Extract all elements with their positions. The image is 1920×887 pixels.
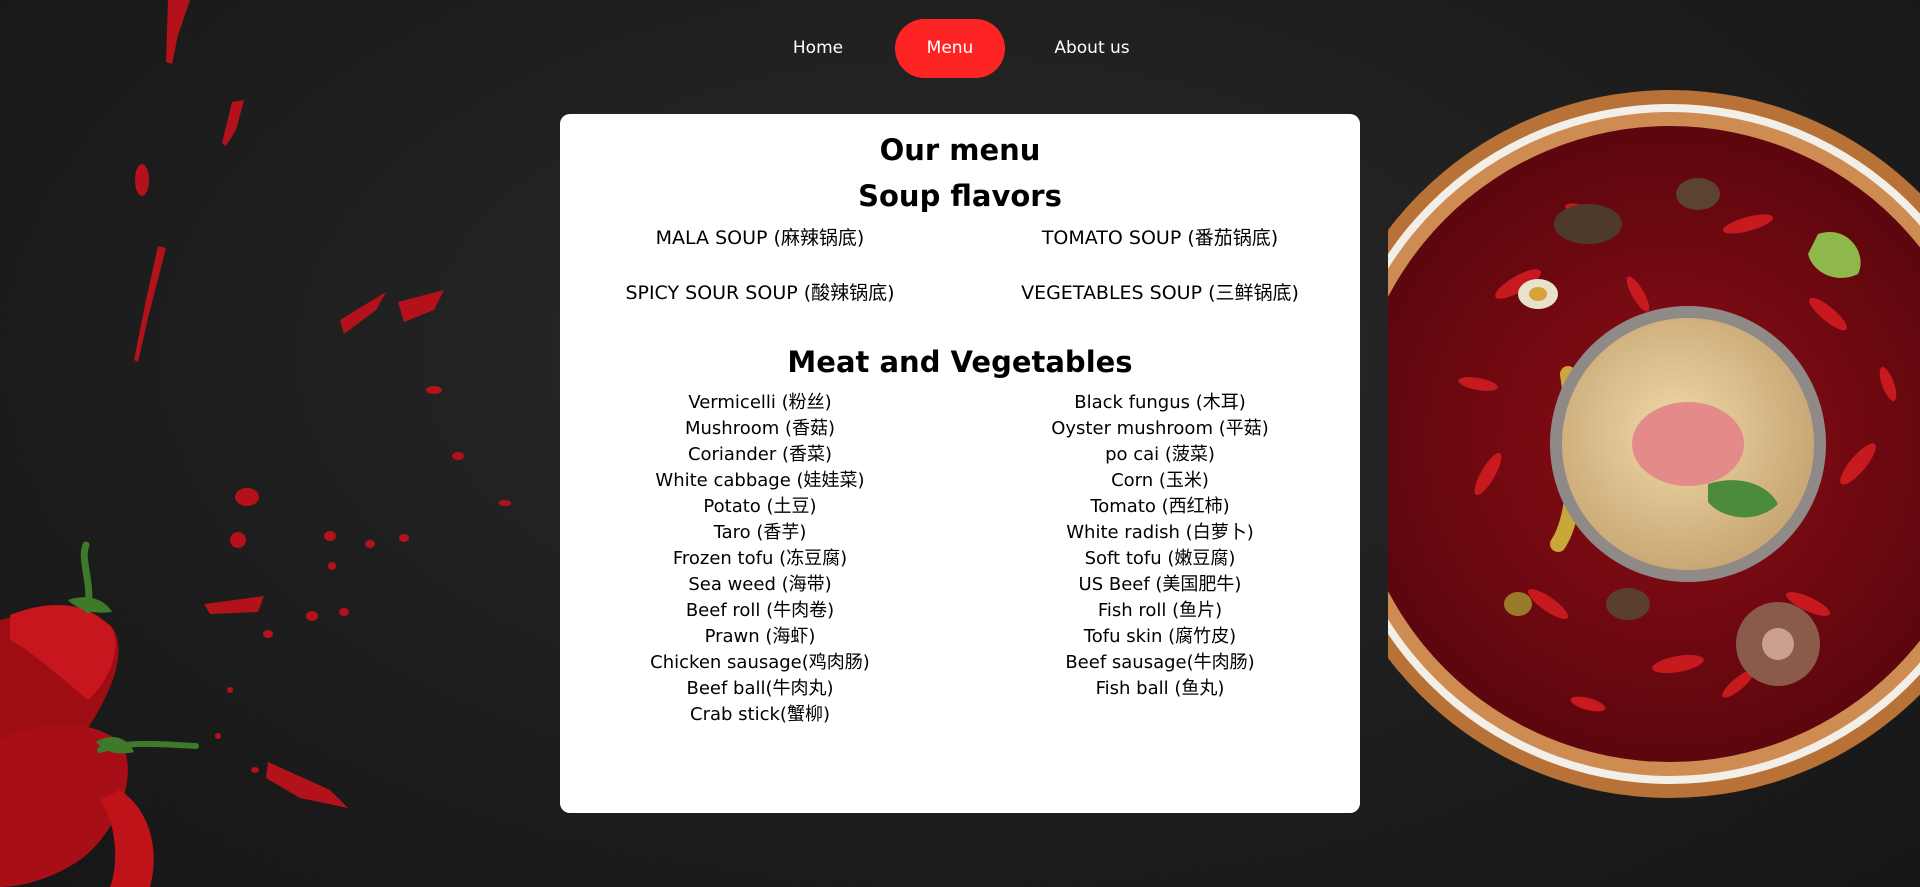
list-item: Beef sausage(牛肉肠) — [1065, 652, 1255, 673]
page-title: Our menu — [879, 133, 1041, 167]
list-item: Black fungus (木耳) — [1074, 392, 1246, 413]
soup-flavors-heading: Soup flavors — [858, 179, 1062, 213]
list-item: White cabbage (娃娃菜) — [655, 470, 865, 491]
soup-item: SPICY SOUR SOUP (酸辣锅底) — [625, 282, 895, 304]
ingredient-list-right: Black fungus (木耳) Oyster mushroom (平菇) p… — [960, 390, 1360, 702]
soup-item: VEGETABLES SOUP (三鲜锅底) — [1021, 282, 1299, 304]
menu-card: Our menu Soup flavors MALA SOUP (麻辣锅底) T… — [560, 114, 1360, 813]
nav-home[interactable]: Home — [776, 19, 860, 78]
list-item: Taro (香芋) — [713, 522, 807, 543]
hotpot-bowl-image — [1388, 90, 1920, 798]
list-item: Prawn (海虾) — [704, 626, 816, 647]
list-item: White radish (白萝卜) — [1066, 522, 1254, 543]
list-item: Sea weed (海带) — [688, 574, 832, 595]
top-nav: Home Menu About us — [0, 19, 1920, 78]
list-item: Corn (玉米) — [1111, 470, 1209, 491]
chili-splash-image — [0, 0, 511, 887]
list-item: Oyster mushroom (平菇) — [1051, 418, 1269, 439]
list-item: Fish roll (鱼片) — [1097, 600, 1223, 621]
list-item: Soft tofu (嫩豆腐) — [1084, 548, 1236, 569]
list-item: Mushroom (香菇) — [684, 418, 836, 439]
nav-menu[interactable]: Menu — [895, 19, 1005, 78]
soup-item: TOMATO SOUP (番茄锅底) — [1041, 227, 1279, 249]
list-item: po cai (菠菜) — [1105, 444, 1215, 465]
list-item: Potato (土豆) — [703, 496, 817, 517]
list-item: Tomato (西红柿) — [1090, 496, 1230, 517]
list-item: Frozen tofu (冻豆腐) — [672, 548, 848, 569]
meat-vegetables-heading: Meat and Vegetables — [787, 345, 1133, 379]
list-item: Vermicelli (粉丝) — [688, 392, 832, 413]
list-item: Crab stick(蟹柳) — [690, 704, 830, 725]
list-item: Beef roll (牛肉卷) — [685, 600, 835, 621]
nav-about-us[interactable]: About us — [1040, 19, 1144, 78]
soup-item: MALA SOUP (麻辣锅底) — [655, 227, 865, 249]
list-item: Chicken sausage(鸡肉肠) — [650, 652, 870, 673]
list-item: US Beef (美国肥牛) — [1078, 574, 1242, 595]
list-item: Beef ball(牛肉丸) — [686, 678, 834, 699]
ingredient-list-left: Vermicelli (粉丝) Mushroom (香菇) Coriander … — [560, 390, 960, 728]
list-item: Tofu skin (腐竹皮) — [1083, 626, 1237, 647]
list-item: Coriander (香菜) — [687, 444, 833, 465]
list-item: Fish ball (鱼丸) — [1095, 678, 1225, 699]
